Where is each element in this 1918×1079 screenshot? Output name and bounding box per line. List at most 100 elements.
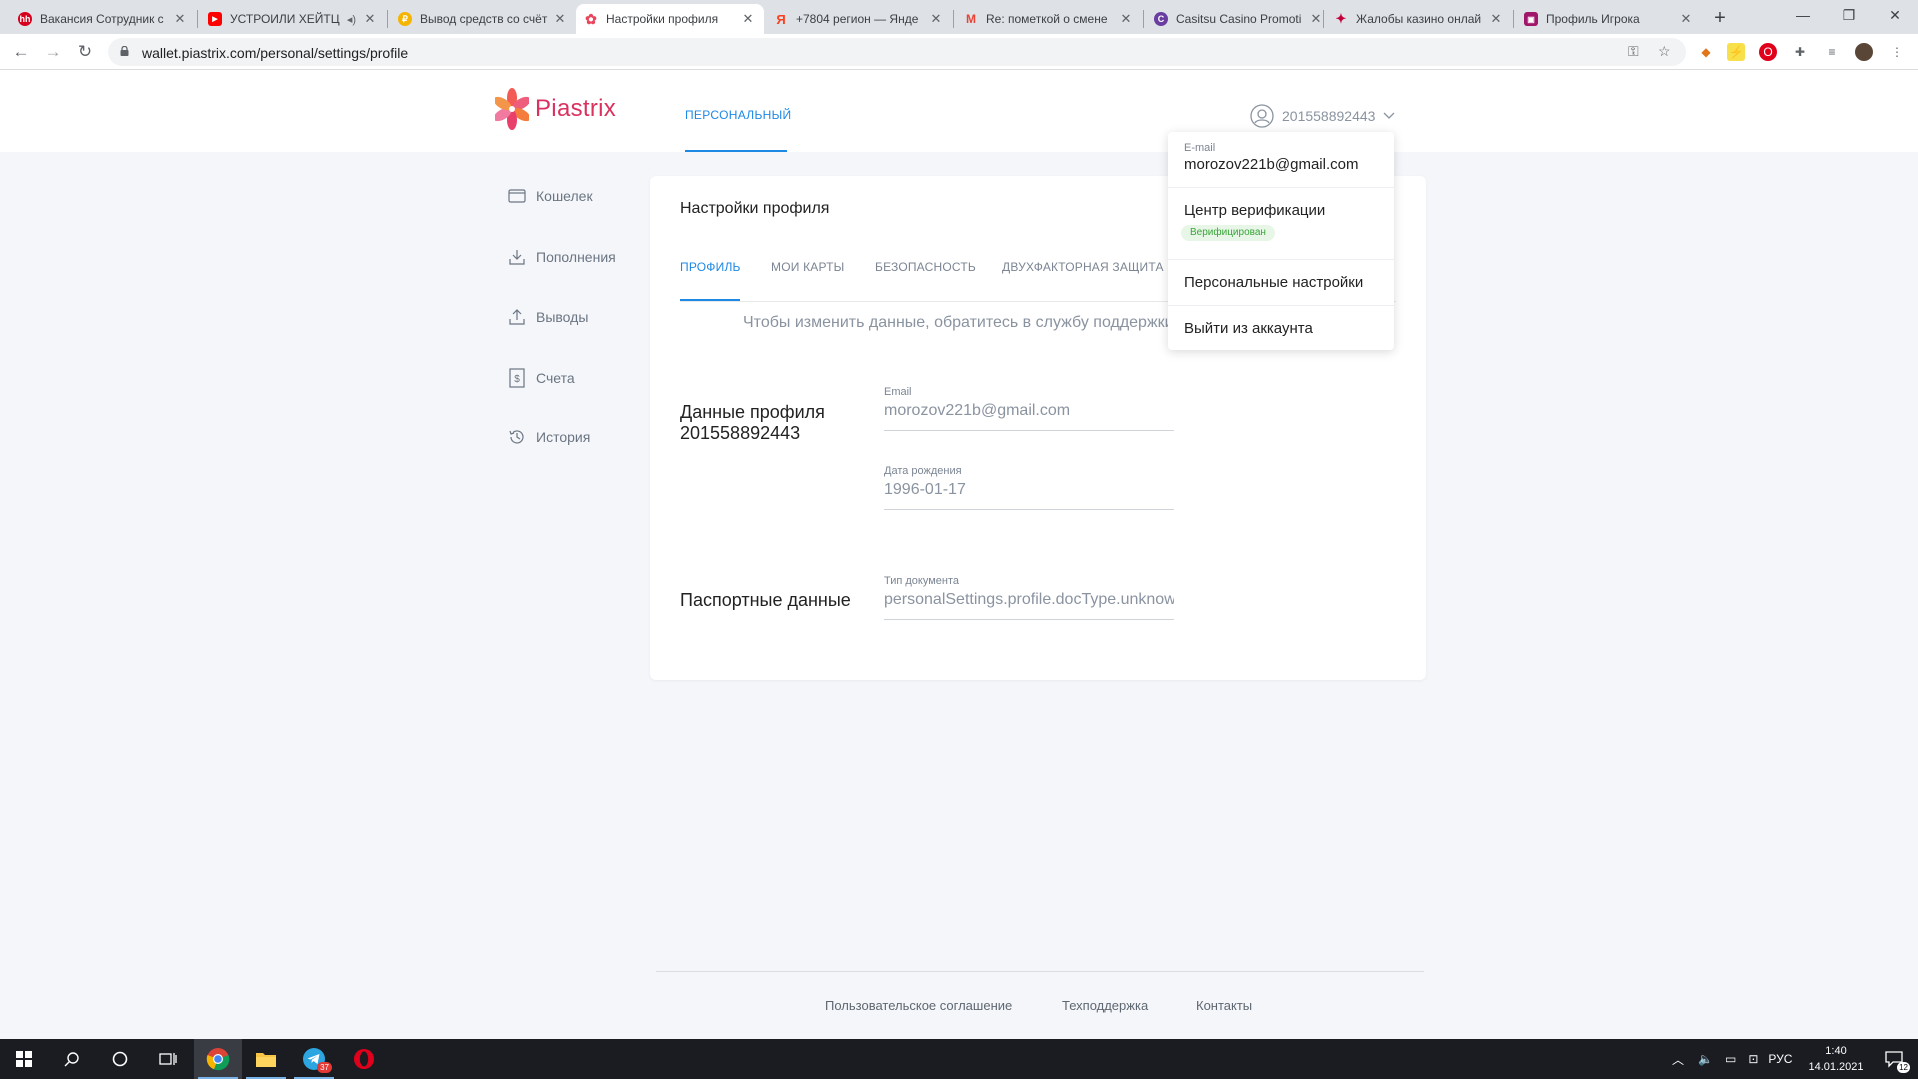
- search-icon[interactable]: [48, 1039, 96, 1079]
- reload-icon[interactable]: ↻: [74, 41, 96, 63]
- tab-profile[interactable]: ПРОФИЛЬ: [680, 260, 741, 274]
- tab-security[interactable]: БЕЗОПАСНОСТЬ: [875, 260, 976, 274]
- clock-date: 14.01.2021: [1808, 1061, 1864, 1073]
- back-arrow-icon[interactable]: ←: [10, 41, 32, 63]
- dropdown-personal-settings[interactable]: Персональные настройки: [1168, 260, 1394, 306]
- document-type-value: personalSettings.profile.docType.unknown: [884, 591, 1174, 608]
- tab-close-icon[interactable]: ✕: [1678, 11, 1694, 27]
- tab-close-icon[interactable]: ✕: [1118, 11, 1134, 27]
- nav-active-indicator: [685, 150, 787, 152]
- browser-tab[interactable]: ✦ Жалобы казино онлай ✕: [1326, 4, 1512, 34]
- keyboard-language[interactable]: РУС: [1768, 1052, 1792, 1066]
- birthdate-value: 1996-01-17: [884, 481, 966, 498]
- opera-extension-icon[interactable]: O: [1759, 43, 1777, 61]
- minimize-icon[interactable]: —: [1780, 0, 1826, 32]
- browser-tab[interactable]: ▣ Профиль Игрока ✕: [1516, 4, 1702, 34]
- tab-title: Жалобы казино онлай: [1356, 12, 1482, 26]
- sidebar-item-withdrawals[interactable]: Выводы: [508, 308, 588, 326]
- footer-link-user-agreement[interactable]: Пользовательское соглашение: [825, 998, 1012, 1013]
- casitsu-favicon-icon: C: [1154, 12, 1168, 26]
- browser-tab-active[interactable]: ✿ Настройки профиля ✕: [576, 4, 764, 34]
- gmail-favicon-icon: M: [966, 12, 976, 26]
- battery-icon[interactable]: ▭: [1725, 1052, 1736, 1066]
- browser-tab[interactable]: hh Вакансия Сотрудник с ✕: [10, 4, 196, 34]
- notifications-icon[interactable]: 12: [1870, 1039, 1918, 1079]
- birthdate-field: Дата рождения 1996-01-17: [884, 465, 1174, 510]
- dropdown-verification-center[interactable]: Центр верификации: [1168, 188, 1394, 260]
- browser-toolbar: ← → ↻ wallet.piastrix.com/personal/setti…: [0, 34, 1918, 70]
- user-menu-toggle[interactable]: 201558892443: [1250, 104, 1395, 128]
- sidebar-item-history[interactable]: История: [508, 428, 590, 446]
- close-window-icon[interactable]: ✕: [1872, 0, 1918, 32]
- tab-divider: [197, 10, 198, 28]
- forward-arrow-icon[interactable]: →: [42, 41, 64, 63]
- opera-logo-icon: [354, 1049, 374, 1069]
- tab-close-icon[interactable]: ✕: [172, 11, 188, 27]
- tab-close-icon[interactable]: ✕: [740, 11, 756, 27]
- opera-icon[interactable]: [340, 1039, 388, 1079]
- sidebar-item-invoices[interactable]: $ Счета: [508, 368, 575, 388]
- tab-close-icon[interactable]: ✕: [1488, 11, 1504, 27]
- browser-tab-strip: hh Вакансия Сотрудник с ✕ ▶ УСТРОИЛИ ХЕЙ…: [0, 0, 1918, 34]
- chrome-taskbar-icon[interactable]: [194, 1039, 242, 1079]
- file-explorer-icon[interactable]: [242, 1039, 290, 1079]
- task-view-icon[interactable]: [144, 1039, 192, 1079]
- sidebar-item-wallet[interactable]: Кошелек: [508, 188, 593, 204]
- network-icon[interactable]: ⊡: [1748, 1052, 1758, 1066]
- user-id: 201558892443: [1282, 108, 1376, 124]
- profile-avatar[interactable]: [1855, 43, 1873, 61]
- support-notice: Чтобы изменить данные, обратитесь в служ…: [743, 314, 1174, 331]
- url-text: wallet.piastrix.com/personal/settings/pr…: [142, 45, 409, 61]
- tab-my-cards[interactable]: МОИ КАРТЫ: [771, 260, 845, 274]
- sidebar-item-label: История: [536, 429, 591, 445]
- nav-tab-personal[interactable]: ПЕРСОНАЛЬНЫЙ: [685, 108, 791, 122]
- volume-icon[interactable]: 🔈: [1698, 1052, 1713, 1066]
- system-clock[interactable]: 1:40 14.01.2021: [1806, 1043, 1866, 1075]
- profile-section-label: Данные профиля: [680, 402, 825, 422]
- browser-tab[interactable]: ▶ УСТРОИЛИ ХЕЙТЦ ◂) ✕: [200, 4, 386, 34]
- restore-icon[interactable]: ❐: [1826, 0, 1872, 32]
- browser-tab[interactable]: M Re: пометкой о смене ✕: [956, 4, 1142, 34]
- hh-favicon-icon: hh: [18, 12, 32, 26]
- footer-link-contacts[interactable]: Контакты: [1196, 998, 1252, 1013]
- extension-icon[interactable]: ⚡: [1727, 43, 1745, 61]
- browser-tab[interactable]: Я +7804 регион — Янде ✕: [766, 4, 952, 34]
- key-icon[interactable]: ⚿: [1628, 43, 1639, 60]
- piastrix-logo[interactable]: Piastrix: [495, 85, 616, 133]
- bookmark-star-icon[interactable]: ☆: [1658, 43, 1671, 60]
- menu-dots-icon[interactable]: ⋮: [1888, 43, 1906, 61]
- metamask-extension-icon[interactable]: ◆: [1697, 43, 1715, 61]
- new-tab-plus-icon[interactable]: +: [1707, 6, 1733, 32]
- tab-close-icon[interactable]: ✕: [362, 11, 378, 27]
- task-view-glyph-icon: [159, 1053, 177, 1065]
- address-bar[interactable]: wallet.piastrix.com/personal/settings/pr…: [108, 38, 1686, 66]
- browser-tab[interactable]: ₽ Вывод средств со счёт ✕: [390, 4, 576, 34]
- verification-center-label: Центр верификации: [1184, 202, 1326, 219]
- email-label: Email: [884, 386, 912, 398]
- document-type-field: Тип документа personalSettings.profile.d…: [884, 575, 1174, 620]
- tab-divider: [1143, 10, 1144, 28]
- tray-expand-chevron-icon[interactable]: ︿: [1672, 1051, 1684, 1068]
- wallet-icon: [508, 189, 526, 203]
- tab-two-factor[interactable]: ДВУХФАКТОРНАЯ ЗАЩИТА: [1002, 260, 1164, 274]
- magnifier-icon: [64, 1052, 79, 1067]
- telegram-icon[interactable]: 37: [290, 1039, 338, 1079]
- playlist-icon[interactable]: ≡: [1823, 43, 1841, 61]
- mute-icon[interactable]: ◂): [347, 13, 356, 26]
- cortana-icon[interactable]: [96, 1039, 144, 1079]
- puzzle-extensions-icon[interactable]: ✚: [1791, 43, 1809, 61]
- tab-title: УСТРОИЛИ ХЕЙТЦ: [230, 12, 340, 26]
- document-type-label: Тип документа: [884, 575, 960, 587]
- tab-close-icon[interactable]: ✕: [928, 11, 944, 27]
- tab-title: Профиль Игрока: [1546, 12, 1640, 26]
- download-icon: [509, 250, 525, 265]
- dropdown-logout[interactable]: Выйти из аккаунта: [1168, 306, 1394, 350]
- browser-tab[interactable]: C Casitsu Casino Promoti ✕: [1146, 4, 1332, 34]
- tab-close-icon[interactable]: ✕: [552, 11, 568, 27]
- user-dropdown-menu: E-mail morozov221b@gmail.com Центр вериф…: [1168, 132, 1394, 350]
- footer-link-support[interactable]: Техподдержка: [1062, 998, 1148, 1013]
- windows-start-icon[interactable]: [0, 1039, 48, 1079]
- windows-logo-icon: [16, 1051, 32, 1067]
- tab-close-icon[interactable]: ✕: [1308, 11, 1324, 27]
- sidebar-item-deposits[interactable]: Пополнения: [508, 248, 616, 266]
